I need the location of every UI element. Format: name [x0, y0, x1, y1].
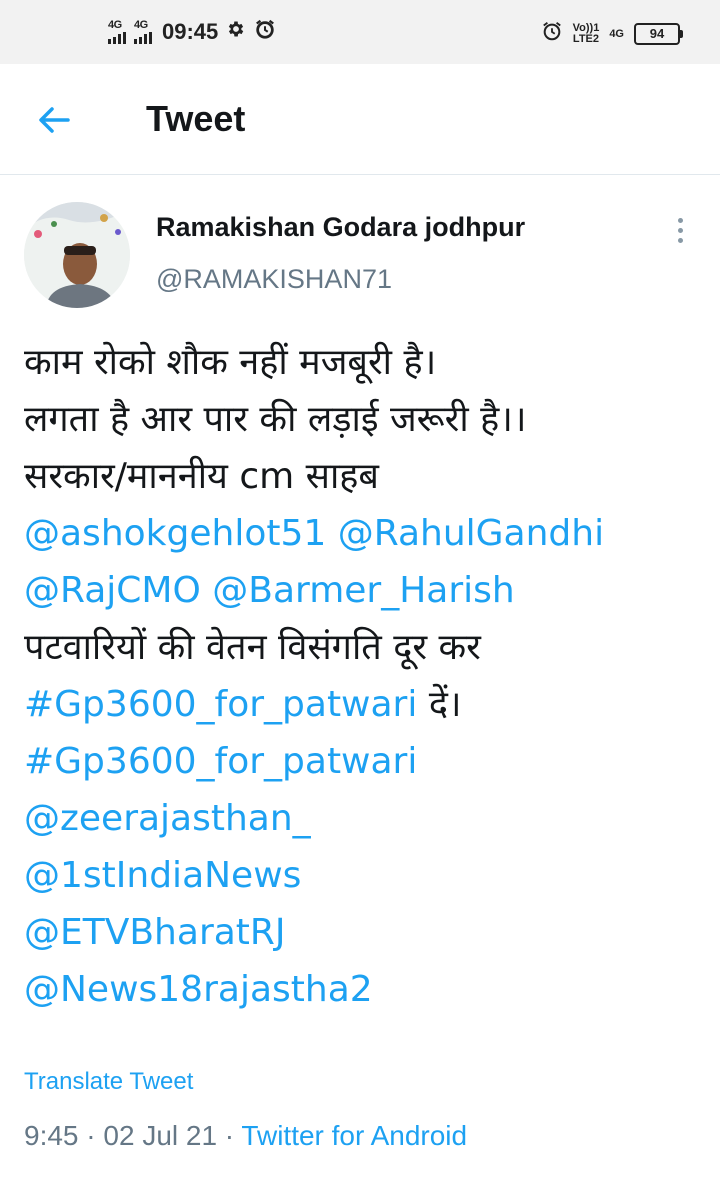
tweet-line: @News18rajastha2 [24, 961, 704, 1018]
status-time: 09:45 [162, 19, 219, 44]
tweet-line: @ashokgehlot51 @RahulGandhi [24, 505, 704, 562]
mention-link[interactable]: @News18rajastha2 [24, 969, 373, 1010]
status-bar-right: Vo))1 LTE2 4G 94 [541, 20, 683, 48]
tweet-text-segment [326, 513, 337, 554]
more-vertical-icon[interactable] [670, 218, 690, 248]
status-bar-left: 4G 4G 09:45 [108, 18, 276, 46]
tweet-line: #Gp3600_for_patwari [24, 733, 704, 790]
meta-separator: · [78, 1120, 104, 1151]
hashtag-link[interactable]: #Gp3600_for_patwari [24, 741, 417, 782]
tweet-text-segment: काम रोको शौक नहीं मजबूरी है। [24, 342, 437, 383]
author-name[interactable]: Ramakishan Godara jodhpur [156, 212, 525, 243]
mention-link[interactable]: @ashokgehlot51 [24, 513, 326, 554]
mention-link[interactable]: @Barmer_Harish [212, 570, 514, 611]
mention-link[interactable]: @ETVBharatRJ [24, 912, 286, 953]
tweet-line: काम रोको शौक नहीं मजबूरी है। [24, 334, 704, 391]
author-handle[interactable]: @RAMAKISHAN71 [156, 264, 392, 295]
tweet-line: @RajCMO @Barmer_Harish [24, 562, 704, 619]
tweet-line: @1stIndiaNews [24, 847, 704, 904]
network-type-label: 4G [609, 27, 624, 40]
tweet-line: पटवारियों की वेतन विसंगति दूर कर [24, 619, 704, 676]
translate-tweet-link[interactable]: Translate Tweet [24, 1068, 193, 1096]
tweet-line: #Gp3600_for_patwari दें। [24, 676, 704, 733]
tweet-text-segment: पटवारियों की वेतन विसंगति दूर कर [24, 627, 481, 668]
mention-link[interactable]: @RajCMO [24, 570, 201, 611]
hashtag-link[interactable]: #Gp3600_for_patwari [24, 684, 417, 725]
battery-icon: 94 [634, 23, 683, 45]
sim1-network-label: 4G [108, 19, 122, 31]
volte-bottom-label: LTE2 [572, 33, 599, 45]
back-arrow-icon[interactable] [34, 100, 74, 140]
tweet-line: लगता है आर पार की लड़ाई जरूरी है।। [24, 391, 704, 448]
volte-indicator: Vo))1 LTE2 [573, 23, 600, 45]
tweet-text-segment: लगता है आर पार की लड़ाई जरूरी है।। [24, 399, 527, 440]
tweet-text-segment [201, 570, 212, 611]
tweet-line: @ETVBharatRJ [24, 904, 704, 961]
tweet-line: @zeerajasthan_ [24, 790, 704, 847]
signal-icon [134, 32, 152, 44]
settings-gear-icon [226, 19, 246, 45]
top-app-bar: Tweet [0, 64, 720, 175]
signal-icon [108, 32, 126, 44]
tweet-time: 9:45 [24, 1120, 79, 1151]
tweet-date: 02 Jul 21 [103, 1120, 218, 1151]
status-bar: 4G 4G 09:45 Vo))1 LTE2 4G 94 [0, 0, 720, 64]
sim1-signal: 4G [108, 20, 126, 44]
alarm-icon [254, 18, 276, 46]
tweet-meta: 9:45 · 02 Jul 21 · Twitter for Android [24, 1120, 467, 1152]
sim2-network-label: 4G [134, 19, 148, 31]
meta-separator: · [217, 1120, 242, 1151]
mention-link[interactable]: @1stIndiaNews [24, 855, 301, 896]
tweet-source-link[interactable]: Twitter for Android [241, 1120, 467, 1151]
alarm-icon [541, 20, 563, 48]
sim2-signal: 4G [134, 20, 152, 44]
mention-link[interactable]: @zeerajasthan_ [24, 798, 311, 839]
page-title: Tweet [146, 98, 246, 139]
tweet-text-segment: सरकार/माननीय cm साहब [24, 456, 379, 497]
avatar[interactable] [24, 202, 130, 308]
tweet-text-segment: दें। [417, 684, 462, 725]
tweet-line: सरकार/माननीय cm साहब [24, 448, 704, 505]
avatar-image [24, 202, 130, 308]
battery-level: 94 [649, 26, 665, 41]
mention-link[interactable]: @RahulGandhi [338, 513, 604, 554]
tweet-text: काम रोको शौक नहीं मजबूरी है। लगता है आर प… [24, 334, 704, 1018]
